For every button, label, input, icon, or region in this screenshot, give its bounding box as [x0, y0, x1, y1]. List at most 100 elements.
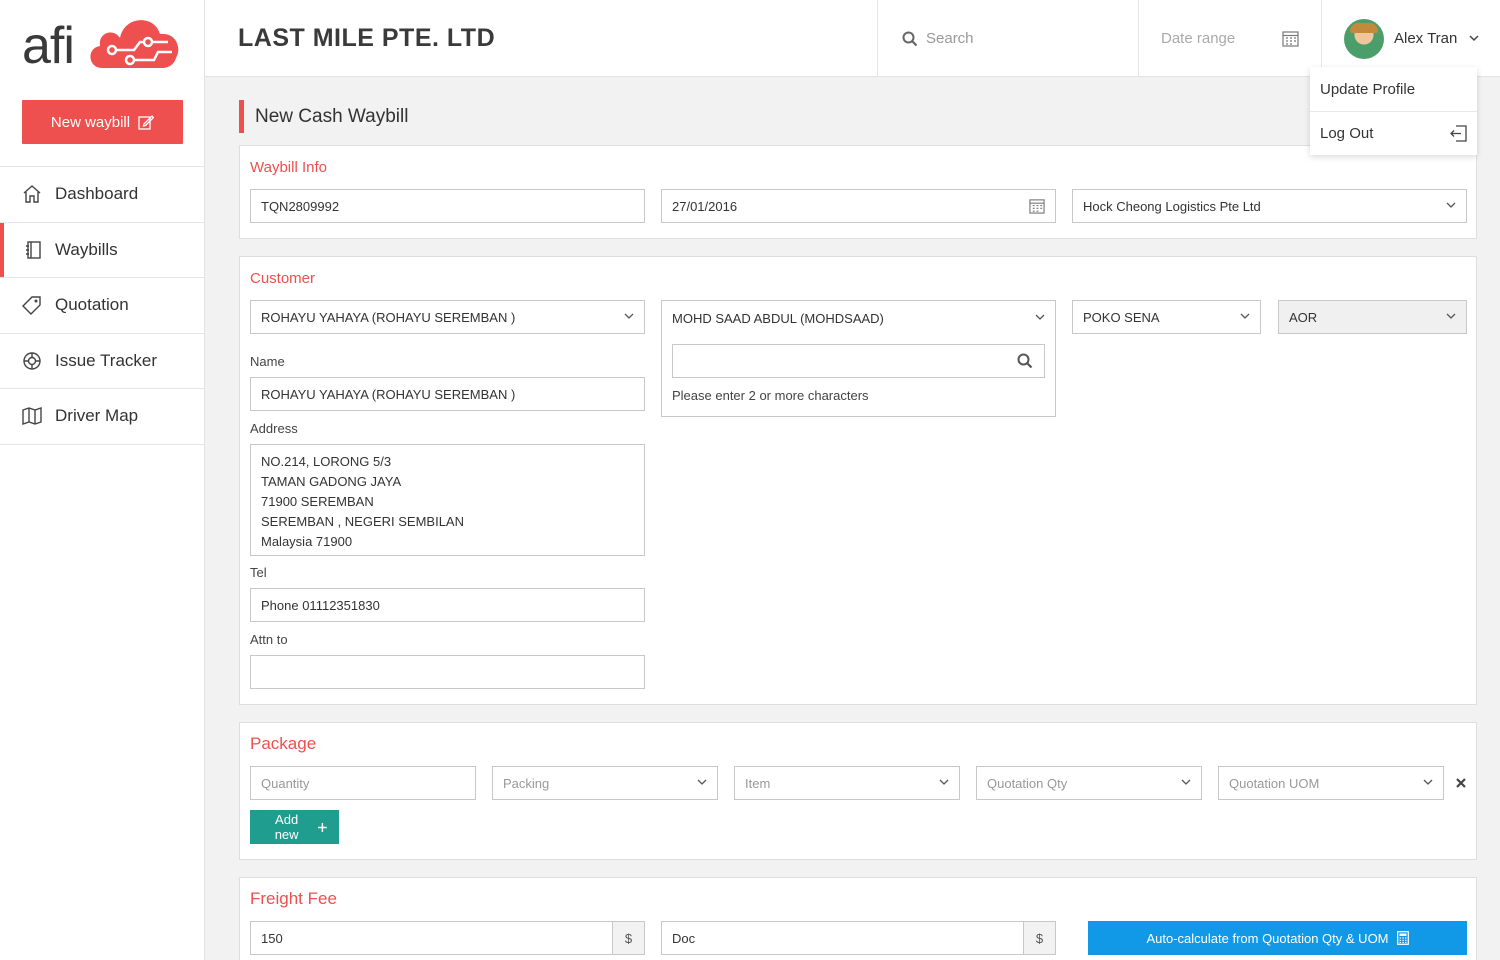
freight-fee-panel: Freight Fee 150 $ Doc $ Auto-calculate f…	[239, 877, 1477, 960]
chevron-down-icon	[624, 313, 634, 319]
region-select[interactable]: POKO SENA	[1072, 300, 1261, 334]
quotation-qty-placeholder: Quotation Qty	[987, 775, 1068, 791]
update-profile-menu-item[interactable]: Update Profile	[1310, 67, 1477, 111]
quotation-uom-placeholder: Quotation UOM	[1229, 775, 1320, 791]
tel-label: Tel	[250, 565, 267, 580]
sidebar-item-dashboard[interactable]: Dashboard	[0, 167, 205, 223]
currency-addon: $	[612, 922, 644, 954]
sidebar-item-issue-tracker[interactable]: Issue Tracker	[0, 334, 205, 389]
customer-select-value: ROHAYU YAHAYA (ROHAYU SEREMBAN )	[261, 309, 516, 325]
sidebar-nav: Dashboard Waybills Quotation Issue Track…	[0, 166, 205, 445]
sidebar-item-label: Driver Map	[55, 406, 139, 426]
tel-field[interactable]: Phone 01112351830	[250, 588, 645, 622]
attn-field[interactable]	[250, 655, 645, 689]
chevron-down-icon	[1446, 313, 1456, 319]
waybill-date-value: 27/01/2016	[672, 198, 738, 214]
customer-title: Customer	[250, 270, 316, 287]
search-icon	[1017, 353, 1033, 369]
name-label: Name	[250, 354, 285, 369]
freight-fee-input[interactable]: 150 $	[250, 921, 645, 955]
sidebar-item-label: Quotation	[55, 295, 129, 315]
date-range-placeholder: Date range	[1161, 30, 1236, 47]
sidebar-item-driver-map[interactable]: Driver Map	[0, 389, 205, 445]
address-label: Address	[250, 421, 298, 436]
doc-fee-input[interactable]: Doc $	[661, 921, 1056, 955]
customer-panel: Customer ROHAYU YAHAYA (ROHAYU SEREMBAN …	[239, 256, 1477, 705]
plus-icon	[318, 822, 327, 832]
item-select[interactable]: Item	[734, 766, 960, 800]
quotation-qty-select[interactable]: Quotation Qty	[976, 766, 1202, 800]
address-textarea[interactable]: NO.214, LORONG 5/3 TAMAN GADONG JAYA 719…	[250, 444, 645, 556]
calendar-icon	[1282, 31, 1299, 47]
log-out-icon	[1450, 125, 1467, 142]
date-range-picker[interactable]: Date range	[1138, 0, 1322, 77]
name-value: ROHAYU YAHAYA (ROHAYU SEREMBAN )	[261, 386, 516, 402]
lifebuoy-icon	[22, 351, 42, 371]
freight-fee-value: 150	[261, 930, 283, 946]
name-field[interactable]: ROHAYU YAHAYA (ROHAYU SEREMBAN )	[250, 377, 645, 411]
calendar-icon[interactable]	[1029, 198, 1045, 214]
auto-calculate-label: Auto-calculate from Quotation Qty & UOM	[1146, 930, 1389, 946]
cloud-logo-icon	[90, 20, 179, 68]
waybill-number-value: TQN2809992	[261, 198, 340, 214]
log-out-menu-item[interactable]: Log Out	[1310, 111, 1477, 155]
waybill-info-panel: Waybill Info TQN2809992 27/01/2016 Hock …	[239, 145, 1477, 239]
sidebar-item-quotation[interactable]: Quotation	[0, 278, 205, 334]
region-select-value: POKO SENA	[1083, 309, 1160, 325]
type-select[interactable]: AOR	[1278, 300, 1467, 334]
address-line: 71900 SEREMBAN	[261, 494, 374, 509]
auto-calculate-button[interactable]: Auto-calculate from Quotation Qty & UOM	[1088, 921, 1467, 955]
chevron-down-icon	[1469, 35, 1479, 42]
freight-fee-title: Freight Fee	[250, 889, 337, 908]
currency-addon: $	[1023, 922, 1055, 954]
quotation-uom-select[interactable]: Quotation UOM	[1218, 766, 1444, 800]
doc-fee-value: Doc	[672, 930, 696, 946]
edit-icon	[138, 115, 155, 130]
package-title: Package	[250, 734, 317, 753]
search-icon	[902, 31, 918, 46]
contact-search-input[interactable]	[672, 344, 1045, 378]
company-select-value: Hock Cheong Logistics Pte Ltd	[1083, 198, 1261, 214]
log-out-label: Log Out	[1320, 125, 1374, 142]
chevron-down-icon	[1181, 779, 1191, 785]
contact-select-open[interactable]: MOHD SAAD ABDUL (MOHDSAAD) Please enter …	[661, 300, 1056, 417]
waybill-number-field[interactable]: TQN2809992	[250, 189, 645, 223]
company-select[interactable]: Hock Cheong Logistics Pte Ltd	[1072, 189, 1467, 223]
chevron-down-icon	[1423, 779, 1433, 785]
top-header: LAST MILE PTE. LTD Search Date range Ale…	[205, 0, 1500, 77]
address-line: Malaysia 71900	[261, 534, 353, 549]
quantity-input[interactable]: Quantity	[250, 766, 476, 800]
search-hint: Please enter 2 or more characters	[672, 388, 869, 403]
sidebar-item-label: Waybills	[55, 239, 118, 259]
quantity-placeholder: Quantity	[261, 775, 310, 791]
packing-select[interactable]: Packing	[492, 766, 718, 800]
sidebar-item-waybills[interactable]: Waybills	[0, 222, 205, 278]
update-profile-label: Update Profile	[1320, 80, 1416, 98]
company-name: LAST MILE PTE. LTD	[238, 24, 496, 52]
address-line: NO.214, LORONG 5/3	[261, 454, 392, 469]
header-search[interactable]: Search	[877, 0, 1139, 77]
avatar	[1344, 18, 1384, 59]
remove-row-icon[interactable]	[1456, 778, 1466, 788]
afi-logo[interactable]: afi	[22, 8, 187, 72]
user-menu-toggle[interactable]: Alex Tran	[1343, 0, 1500, 77]
customer-select[interactable]: ROHAYU YAHAYA (ROHAYU SEREMBAN )	[250, 300, 645, 334]
chevron-down-icon	[1446, 202, 1456, 208]
chevron-down-icon	[939, 779, 949, 785]
sidebar: afi New waybill Dashboard Waybills Quota…	[0, 0, 205, 960]
add-new-label: Add new	[274, 812, 299, 842]
new-waybill-button[interactable]: New waybill	[22, 100, 183, 144]
item-placeholder: Item	[745, 775, 771, 791]
calculator-icon	[1396, 931, 1409, 945]
package-panel: Package Quantity Packing Item Quotation …	[239, 722, 1477, 860]
new-waybill-label: New waybill	[50, 113, 131, 131]
waybill-date-field[interactable]: 27/01/2016	[661, 189, 1056, 223]
notebook-icon	[24, 240, 44, 260]
page-title: New Cash Waybill	[239, 100, 408, 133]
chevron-down-icon	[697, 779, 707, 785]
home-icon	[22, 184, 42, 204]
tel-value: Phone 01112351830	[261, 597, 380, 613]
add-new-package-button[interactable]: Add new	[250, 810, 339, 844]
user-dropdown-menu: Update Profile Log Out	[1310, 67, 1477, 155]
tag-icon	[22, 295, 42, 316]
